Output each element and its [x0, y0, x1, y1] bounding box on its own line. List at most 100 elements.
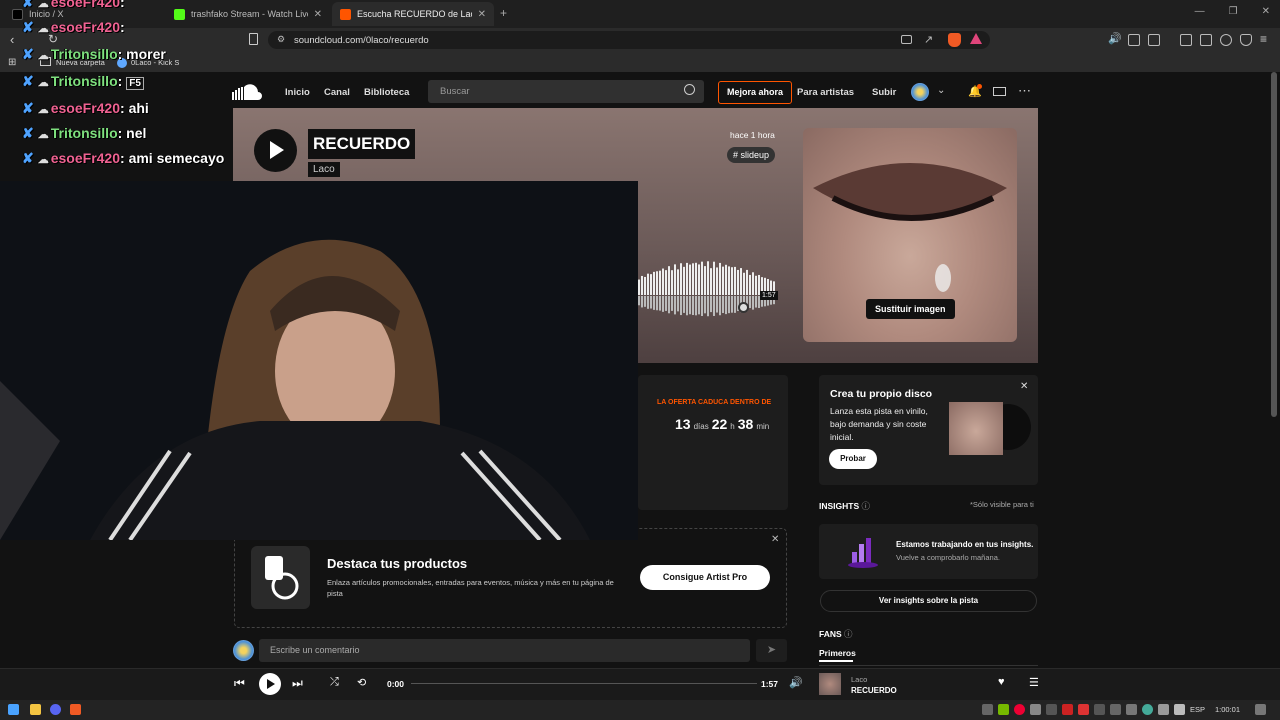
upgrade-button[interactable]: Mejora ahora — [718, 81, 792, 104]
tray-icon[interactable] — [1094, 704, 1105, 715]
now-playing-artist[interactable]: Laco — [851, 675, 867, 684]
nav-inicio[interactable]: Inicio — [285, 87, 310, 98]
player-play-button[interactable] — [259, 673, 281, 695]
play-button[interactable] — [254, 129, 297, 172]
url-field[interactable]: ⚙ soundcloud.com/0laco/recuerdo — [268, 31, 990, 49]
more-options-icon[interactable]: ⋯ — [1018, 83, 1031, 99]
sidebar-icon[interactable] — [1180, 34, 1192, 46]
tab-kick[interactable]: trashfako Stream - Watch Live on Kick ✕ — [166, 2, 330, 26]
nvidia-icon[interactable] — [998, 704, 1009, 715]
notifications-icon[interactable] — [1255, 704, 1266, 715]
track-artist[interactable]: Laco — [308, 162, 340, 177]
leo-ai-icon[interactable] — [1220, 34, 1232, 46]
chat-message: ✘ ☁ esoeFr420: — [22, 19, 125, 35]
soundcloud-logo-icon[interactable] — [232, 84, 266, 105]
divider — [819, 665, 1038, 666]
waveform-bar — [674, 264, 676, 295]
waveform[interactable] — [638, 255, 778, 321]
file-explorer-icon[interactable] — [30, 704, 41, 715]
chat-message: ✘ ☁ esoeFr420: — [22, 0, 125, 10]
waveform-bar-reflection — [752, 296, 754, 310]
minimize-icon[interactable]: — — [1195, 6, 1205, 17]
cast-icon[interactable] — [901, 35, 912, 44]
wallet-icon[interactable] — [1200, 34, 1212, 46]
tray-icon[interactable] — [982, 704, 993, 715]
replace-image-button[interactable]: Sustituir imagen — [866, 299, 955, 319]
close-tab-icon[interactable]: ✕ — [308, 9, 322, 20]
reader-icon[interactable] — [1148, 34, 1160, 46]
brave-shield-icon[interactable] — [948, 33, 961, 47]
nav-canal[interactable]: Canal — [324, 87, 350, 98]
close-window-icon[interactable]: ✕ — [1262, 6, 1270, 17]
waveform-bar — [752, 272, 754, 295]
extensions-icon[interactable] — [1128, 34, 1140, 46]
tray-icon[interactable] — [1030, 704, 1041, 715]
back-icon[interactable]: ‹ — [10, 32, 14, 47]
shuffle-icon[interactable]: ⤮ — [330, 676, 339, 689]
queue-icon[interactable]: ☰ — [1029, 676, 1039, 689]
volume-icon[interactable]: 🔊 — [789, 676, 803, 689]
next-icon[interactable]: ⏭ — [292, 676, 303, 691]
now-playing-title[interactable]: RECUERDO — [851, 686, 897, 695]
maximize-icon[interactable]: ❐ — [1229, 6, 1238, 17]
search-icon[interactable] — [684, 84, 695, 95]
bookmark-icon[interactable] — [249, 33, 258, 45]
close-vinyl-promo-icon[interactable]: ✕ — [1020, 381, 1028, 392]
nav-para-artistas[interactable]: Para artistas — [797, 87, 854, 98]
chevron-down-icon[interactable]: ⌄ — [937, 85, 945, 96]
tab-primeros[interactable]: Primeros — [819, 648, 856, 658]
share-icon[interactable]: ↗ — [924, 33, 933, 46]
waveform-bar — [647, 273, 649, 295]
tray-icon[interactable] — [1078, 704, 1089, 715]
menu-icon[interactable]: ≡ — [1260, 32, 1267, 46]
previous-icon[interactable]: ⏮ — [234, 676, 245, 691]
tray-icon[interactable] — [1046, 704, 1057, 715]
waveform-bar — [644, 276, 646, 295]
tray-icon[interactable] — [1014, 704, 1025, 715]
scrollbar[interactable] — [1271, 72, 1277, 417]
info-icon[interactable]: ⓘ — [862, 501, 871, 511]
search-input[interactable]: Buscar — [428, 80, 704, 103]
new-tab-icon[interactable]: + — [500, 6, 507, 20]
close-tab-icon[interactable]: ✕ — [472, 9, 486, 20]
waveform-bar — [746, 269, 748, 295]
clock[interactable]: 1:00:01 — [1215, 705, 1240, 714]
posted-time: hace 1 hora — [730, 130, 775, 140]
view-insights-button[interactable]: Ver insights sobre la pista — [820, 590, 1037, 612]
waveform-comment-avatar[interactable] — [738, 302, 749, 313]
messages-icon[interactable] — [993, 87, 1006, 96]
user-avatar[interactable] — [911, 83, 929, 101]
apps-grid-icon[interactable]: ⊞ — [8, 57, 16, 68]
nav-biblioteca[interactable]: Biblioteca — [364, 87, 409, 98]
tray-icon[interactable] — [1126, 704, 1137, 715]
genre-tag[interactable]: # slideup — [727, 147, 776, 163]
tab-soundcloud[interactable]: Escucha RECUERDO de Laco | Descubre ✕ — [332, 2, 494, 26]
artist-pro-button[interactable]: Consigue Artist Pro — [640, 565, 770, 590]
network-icon[interactable] — [1158, 704, 1169, 715]
waveform-bar — [725, 264, 727, 295]
brave-rewards-icon[interactable] — [970, 33, 982, 44]
repeat-icon[interactable]: ⟲ — [357, 676, 366, 689]
close-promo-icon[interactable]: ✕ — [771, 534, 779, 545]
chat-message: ✘ ☁ Tritonsillo: nel — [22, 125, 147, 141]
now-playing-art[interactable] — [819, 673, 841, 695]
brave-icon[interactable] — [70, 704, 81, 715]
nav-subir[interactable]: Subir — [872, 87, 896, 98]
tray-icon[interactable] — [1110, 704, 1121, 715]
comment-input[interactable]: Escribe un comentario — [259, 639, 750, 662]
send-icon[interactable]: ➤ — [756, 639, 787, 662]
discord-icon[interactable] — [50, 704, 61, 715]
start-icon[interactable] — [8, 704, 19, 715]
site-info-icon[interactable]: ⚙ — [277, 34, 285, 45]
audio-icon[interactable]: 🔊 — [1108, 32, 1122, 45]
progress-bar[interactable] — [411, 683, 757, 684]
speaker-icon[interactable] — [1174, 704, 1185, 715]
vpn-shield-icon[interactable] — [1240, 34, 1252, 46]
keyboard-language[interactable]: ESP — [1190, 705, 1205, 714]
tray-icon[interactable] — [1142, 704, 1153, 715]
waveform-bar-reflection — [653, 296, 655, 310]
info-icon[interactable]: ⓘ — [844, 629, 853, 639]
tray-icon[interactable] — [1062, 704, 1073, 715]
like-heart-icon[interactable]: ♥ — [998, 676, 1005, 688]
try-button[interactable]: Probar — [829, 449, 877, 469]
